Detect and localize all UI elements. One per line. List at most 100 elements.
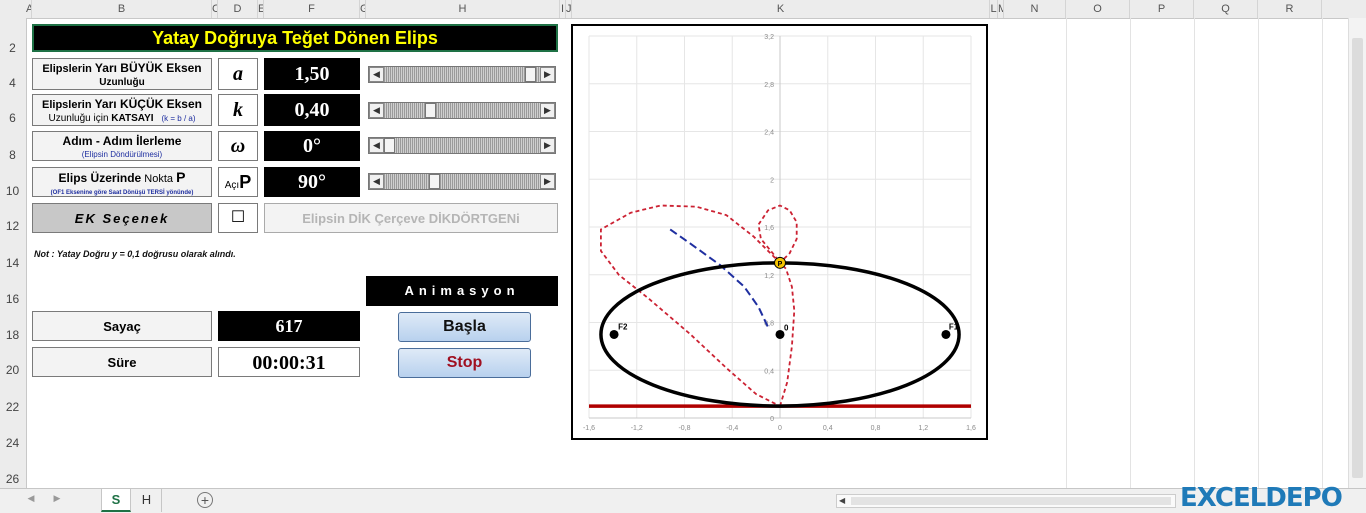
time-value: 00:00:31 [218, 347, 360, 377]
gridline [1130, 18, 1131, 488]
page-title: Yatay Doğruya Teğet Dönen Elips [32, 24, 558, 52]
column-header-n[interactable]: N [1004, 0, 1066, 18]
sheet-tab-h[interactable]: H [132, 489, 162, 512]
chart-frame: -1,6 -1,2 -0,8 -0,4 0 0,4 0,8 1,2 1,6 0 0,4 0,8 1,2 1… [571, 24, 988, 440]
slider-thumb[interactable] [428, 174, 440, 189]
y-tick-label: 0,4 [764, 368, 774, 375]
param-label-point: Elips Üzerinde Nokta P (OF1 Eksenine gör… [32, 167, 212, 197]
row-header-10[interactable]: 10 [0, 184, 25, 198]
slider-k[interactable]: ◀ ▶ [368, 102, 556, 119]
point-symbol: P [239, 172, 252, 192]
add-sheet-icon[interactable]: + [197, 492, 213, 508]
y-tick-label: 3,2 [764, 34, 774, 41]
slider-left-arrow-icon[interactable]: ◀ [369, 138, 384, 153]
stop-button[interactable]: Stop [398, 348, 531, 378]
slider-thumb[interactable] [524, 67, 536, 82]
y-tick-label: 2,4 [764, 130, 774, 137]
row-header-bar: 2 4 6 8 10 12 14 16 18 20 22 24 26 [0, 18, 27, 488]
hscroll-left-icon[interactable]: ◀ [839, 495, 845, 507]
row-header-22[interactable]: 22 [0, 400, 25, 414]
param-symbol-p: AçıP [218, 167, 258, 197]
column-header-h[interactable]: H [366, 0, 560, 18]
column-header-d[interactable]: D [218, 0, 258, 18]
tab-scroll-right-icon[interactable]: ▶ [50, 493, 64, 507]
slider-right-arrow-icon[interactable]: ▶ [540, 103, 555, 118]
column-header-k[interactable]: K [572, 0, 990, 18]
column-header-f[interactable]: F [264, 0, 360, 18]
param-label-line1: Elipslerin Yarı BÜYÜK Eksen [42, 61, 202, 75]
param-symbol-k: k [218, 94, 258, 126]
x-tick-label: -1,2 [631, 425, 643, 432]
slider-thumb[interactable] [384, 138, 395, 153]
gridline [1322, 18, 1323, 488]
x-tick-label: -0,8 [678, 425, 690, 432]
param-symbol-a: a [218, 58, 258, 90]
center-label: 0 [784, 323, 789, 332]
vertical-scrollbar[interactable] [1348, 18, 1366, 488]
ellipse-chart: -1,6 -1,2 -0,8 -0,4 0 0,4 0,8 1,2 1,600,40,81,21… [583, 34, 976, 432]
gridline [1194, 18, 1195, 488]
param-value-a: 1,50 [264, 58, 360, 90]
slider-left-arrow-icon[interactable]: ◀ [369, 174, 384, 189]
slider-right-arrow-icon[interactable]: ▶ [540, 67, 555, 82]
param-label-line1: Elipslerin Yarı KÜÇÜK Eksen [42, 97, 202, 111]
row-header-26[interactable]: 26 [0, 472, 25, 486]
extra-option-label: EK Seçenek [32, 203, 212, 233]
title-text: Yatay Doğruya Teğet Dönen Elips [152, 28, 438, 48]
focus-label: F1 [949, 322, 959, 331]
slider-omega[interactable]: ◀ ▶ [368, 137, 556, 154]
sheet-tab-label: H [141, 492, 152, 507]
x-tick-label: -1,6 [583, 425, 595, 432]
row-header-24[interactable]: 24 [0, 436, 25, 450]
counter-value: 617 [218, 311, 360, 341]
column-header-p[interactable]: P [1130, 0, 1194, 18]
chart-grid [588, 35, 972, 419]
param-label-line1: Adım - Adım İlerleme [62, 134, 182, 148]
horizontal-scrollbar[interactable]: ◀ [836, 494, 1176, 508]
column-header-b[interactable]: B [32, 0, 212, 18]
start-button[interactable]: Başla [398, 312, 531, 342]
row-header-6[interactable]: 6 [0, 111, 25, 125]
row-header-20[interactable]: 20 [0, 363, 25, 377]
column-header-bar: A B C D E F G H I J K L M N O P Q R [0, 0, 1366, 19]
column-header-l[interactable]: L [990, 0, 998, 18]
param-label-step: Adım - Adım İlerleme (Elipsin Döndürülme… [32, 131, 212, 161]
slider-right-arrow-icon[interactable]: ▶ [540, 138, 555, 153]
slider-a[interactable]: ◀ ▶ [368, 66, 556, 83]
rect-frame-button[interactable]: Elipsin DİK Çerçeve DİKDÖRTGENi [264, 203, 558, 233]
param-label-line1: Elips Üzerinde Nokta P [58, 169, 186, 185]
param-symbol-omega: ω [218, 131, 258, 161]
param-label-minor-axis: Elipslerin Yarı KÜÇÜK Eksen Uzunluğu içi… [32, 94, 212, 126]
tab-scroll-left-icon[interactable]: ◀ [24, 493, 38, 507]
y-tick-label: 2 [770, 177, 774, 184]
param-value-omega: 0° [264, 131, 360, 161]
y-tick-label: 1,6 [764, 225, 774, 232]
x-tick-label: 0 [778, 425, 782, 432]
row-header-2[interactable]: 2 [0, 41, 25, 55]
x-tick-label: 1,6 [966, 425, 976, 432]
y-tick-label: 1,2 [764, 273, 774, 280]
slider-right-arrow-icon[interactable]: ▶ [540, 174, 555, 189]
slider-left-arrow-icon[interactable]: ◀ [369, 103, 384, 118]
row-header-16[interactable]: 16 [0, 292, 25, 306]
sheet-tab-label: S [111, 492, 121, 507]
slider-left-arrow-icon[interactable]: ◀ [369, 67, 384, 82]
x-tick-label: 0,4 [823, 425, 833, 432]
slider-thumb[interactable] [424, 103, 436, 118]
column-header-o[interactable]: O [1066, 0, 1130, 18]
row-header-14[interactable]: 14 [0, 256, 25, 270]
row-header-12[interactable]: 12 [0, 219, 25, 233]
extra-option-checkbox[interactable]: ☐ [218, 203, 258, 233]
param-label-line2: (Elipsin Döndürülmesi) [81, 150, 163, 159]
row-header-4[interactable]: 4 [0, 76, 25, 90]
row-header-18[interactable]: 18 [0, 328, 25, 342]
hscroll-thumb[interactable] [851, 497, 1171, 505]
slider-p[interactable]: ◀ ▶ [368, 173, 556, 190]
x-tick-label: 0,8 [871, 425, 881, 432]
column-header-q[interactable]: Q [1194, 0, 1258, 18]
scroll-thumb[interactable] [1352, 38, 1363, 478]
point-p-label: P [778, 261, 783, 268]
column-header-r[interactable]: R [1258, 0, 1322, 18]
row-header-8[interactable]: 8 [0, 148, 25, 162]
sheet-tab-s[interactable]: S [101, 489, 131, 512]
